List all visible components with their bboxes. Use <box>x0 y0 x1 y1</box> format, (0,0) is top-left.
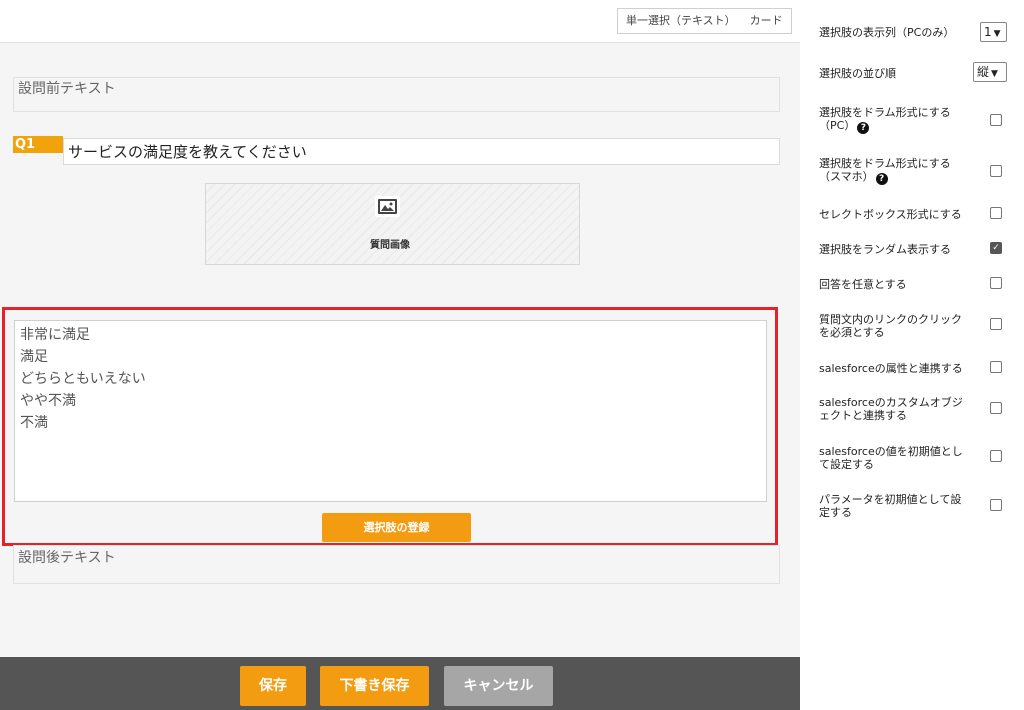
question-title-input[interactable]: サービスの満足度を教えてください <box>63 138 780 165</box>
post-question-text-input[interactable]: 設問後テキスト <box>13 545 780 584</box>
drum-pc-checkbox[interactable] <box>990 114 1002 126</box>
setting-link-click-line1: 質問文内のリンクのクリック <box>819 313 962 326</box>
chevron-down-icon: ▼ <box>991 69 998 79</box>
order-select-value: 縦 <box>977 65 990 79</box>
setting-selectbox-label: セレクトボックス形式にする <box>819 208 962 221</box>
choice-line: やや不満 <box>20 393 76 409</box>
columns-select[interactable]: 1 ▼ <box>980 22 1007 42</box>
setting-drum-pc-label: 選択肢をドラム形式にする （PC）? <box>819 106 969 134</box>
sf-custom-checkbox[interactable] <box>990 402 1002 414</box>
setting-sf-custom-label: salesforceのカスタムオブジ ェクトと連携する <box>819 396 969 422</box>
setting-link-click-line2: を必須とする <box>819 326 885 339</box>
setting-drum-pc-suffix: （PC） <box>819 119 856 132</box>
choice-line: 満足 <box>20 349 48 365</box>
choice-line: 不満 <box>20 415 48 431</box>
setting-optional-label: 回答を任意とする <box>819 278 907 291</box>
tab-single-select-text[interactable]: 単一選択（テキスト） <box>626 9 736 33</box>
chevron-down-icon: ▼ <box>993 29 1001 39</box>
drum-sp-checkbox[interactable] <box>990 165 1002 177</box>
setting-drum-sp-line2: （スマホ）? <box>819 170 969 185</box>
setting-param-line2: 定する <box>819 506 852 519</box>
save-button[interactable]: 保存 <box>240 666 306 706</box>
setting-param-label: パラメータを初期値として設 定する <box>819 493 969 519</box>
setting-sf-attr-label: salesforceの属性と連携する <box>819 362 963 375</box>
save-draft-button[interactable]: 下書き保存 <box>320 666 429 706</box>
setting-drum-sp-line1: 選択肢をドラム形式にする <box>819 157 951 170</box>
sf-initial-checkbox[interactable] <box>990 450 1002 462</box>
help-icon[interactable]: ? <box>857 122 870 134</box>
link-click-checkbox[interactable] <box>990 318 1002 330</box>
image-icon <box>375 196 400 217</box>
setting-sf-initial-label: salesforceの値を初期値とし て設定する <box>819 445 969 471</box>
question-image-label: 質問画像 <box>370 240 410 251</box>
setting-drum-sp-label: 選択肢をドラム形式にする （スマホ）? <box>819 157 969 185</box>
pre-question-text-input[interactable]: 設問前テキスト <box>13 77 780 112</box>
choice-line: どちらともいえない <box>20 371 146 387</box>
columns-select-value: 1 <box>984 25 992 39</box>
setting-drum-pc-line2: （PC）? <box>819 119 969 134</box>
setting-drum-sp-suffix: （スマホ） <box>819 170 874 183</box>
setting-drum-pc-line1: 選択肢をドラム形式にする <box>819 106 951 119</box>
choice-line: 非常に満足 <box>20 327 90 343</box>
choices-textarea[interactable]: 非常に満足 満足 どちらともいえない やや不満 不満 <box>14 320 767 502</box>
question-number-badge: Q1 <box>13 136 63 153</box>
setting-order-label: 選択肢の並び順 <box>819 67 896 80</box>
cancel-button[interactable]: キャンセル <box>444 666 553 706</box>
setting-sf-custom-line2: ェクトと連携する <box>819 409 907 422</box>
setting-columns-label: 選択肢の表示列（PCのみ） <box>819 26 955 39</box>
setting-sf-initial-line2: て設定する <box>819 458 874 471</box>
optional-checkbox[interactable] <box>990 277 1002 289</box>
setting-sf-initial-line1: salesforceの値を初期値とし <box>819 445 963 458</box>
setting-sf-custom-line1: salesforceのカスタムオブジ <box>819 396 963 409</box>
setting-param-line1: パラメータを初期値として設 <box>819 493 962 506</box>
register-choices-button[interactable]: 選択肢の登録 <box>322 513 471 542</box>
selectbox-checkbox[interactable] <box>990 207 1002 219</box>
random-checkbox[interactable]: ✓ <box>990 242 1002 254</box>
setting-random-label: 選択肢をランダム表示する <box>819 243 951 256</box>
question-type-tabs: 単一選択（テキスト） カード <box>617 8 792 34</box>
tab-card[interactable]: カード <box>750 9 783 33</box>
sf-attr-checkbox[interactable] <box>990 361 1002 373</box>
setting-link-click-label: 質問文内のリンクのクリック を必須とする <box>819 313 969 339</box>
param-checkbox[interactable] <box>990 499 1002 511</box>
help-icon[interactable]: ? <box>875 173 888 185</box>
order-select[interactable]: 縦 ▼ <box>973 62 1007 82</box>
